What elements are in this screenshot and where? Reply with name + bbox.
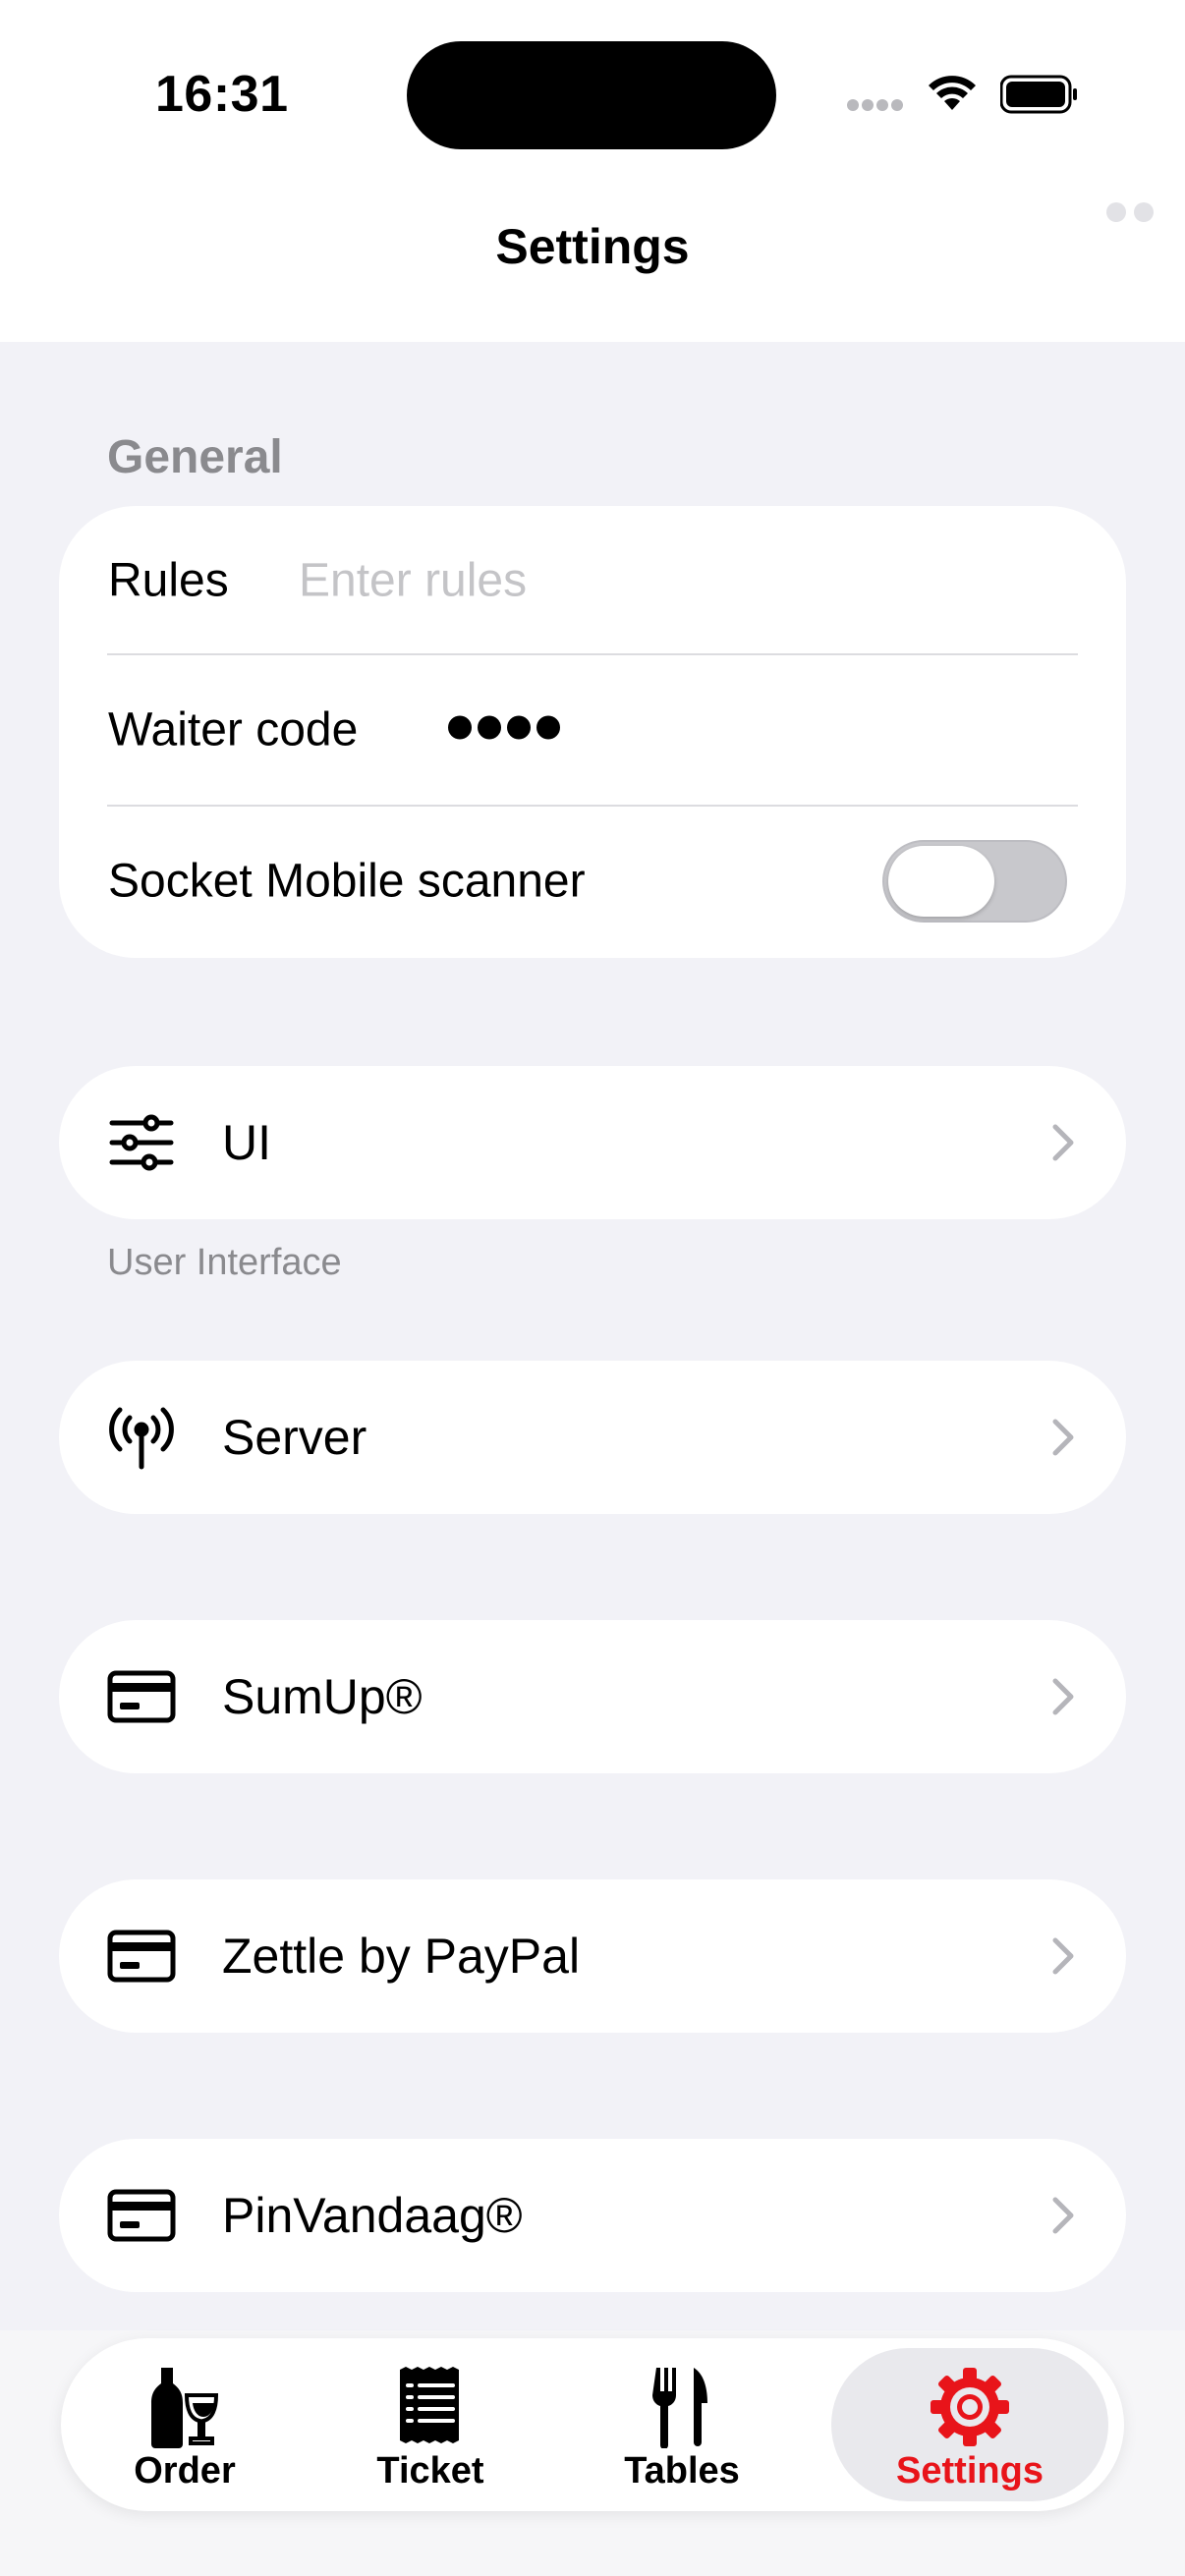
- tab-tables[interactable]: Tables: [566, 2348, 798, 2501]
- fork-knife-icon: [652, 2368, 707, 2448]
- ui-settings-row[interactable]: UI: [59, 1066, 1126, 1219]
- server-settings-row[interactable]: Server: [59, 1361, 1126, 1514]
- credit-card-icon: [107, 1930, 176, 1983]
- sumup-settings-row[interactable]: SumUp®: [59, 1620, 1126, 1773]
- tab-bar: Order Ticket Tables Settings: [61, 2338, 1124, 2511]
- antenna-icon: [109, 1407, 174, 1470]
- dynamic-island: [407, 41, 776, 149]
- credit-card-icon: [107, 1670, 176, 1723]
- tab-tables-label: Tables: [624, 2450, 740, 2492]
- sumup-label: SumUp®: [222, 1669, 423, 1724]
- pinvandaag-label: PinVandaag®: [222, 2188, 523, 2243]
- chevron-right-icon: [1052, 1937, 1074, 1975]
- chevron-right-icon: [1052, 1678, 1074, 1715]
- credit-card-icon: [107, 2189, 176, 2242]
- chevron-right-icon: [1052, 1124, 1074, 1161]
- zettle-label: Zettle by PayPal: [222, 1929, 581, 1984]
- status-time: 16:31: [155, 66, 289, 123]
- receipt-icon: [400, 2367, 459, 2443]
- scanner-label: Socket Mobile scanner: [108, 855, 586, 908]
- scanner-row: Socket Mobile scanner: [108, 807, 1077, 956]
- rules-input[interactable]: [299, 553, 1065, 608]
- tab-ticket-label: Ticket: [376, 2450, 484, 2492]
- waiter-code-label: Waiter code: [108, 703, 359, 756]
- ui-label: UI: [222, 1115, 271, 1170]
- tab-settings[interactable]: Settings: [831, 2348, 1108, 2501]
- zettle-settings-row[interactable]: Zettle by PayPal: [59, 1879, 1126, 2033]
- tab-settings-label: Settings: [896, 2450, 1044, 2492]
- ui-footer-note: User Interface: [107, 1242, 342, 1283]
- rules-label: Rules: [108, 554, 229, 607]
- sliders-icon: [109, 1114, 174, 1171]
- tab-order[interactable]: Order: [69, 2348, 301, 2501]
- section-header-general: General: [107, 431, 283, 483]
- wine-bottle-glass-icon: [151, 2368, 219, 2448]
- navigation-header: 16:31 Settings: [0, 0, 1185, 342]
- chevron-right-icon: [1052, 2197, 1074, 2234]
- page-title: Settings: [495, 219, 690, 274]
- tab-ticket[interactable]: Ticket: [314, 2348, 546, 2501]
- wifi-icon: [929, 76, 976, 110]
- server-label: Server: [222, 1410, 367, 1465]
- chevron-right-icon: [1052, 1419, 1074, 1456]
- toggle-knob: [888, 846, 994, 917]
- waiter-code-field[interactable]: [448, 715, 566, 745]
- scanner-toggle[interactable]: [882, 840, 1067, 923]
- tab-order-label: Order: [134, 2450, 236, 2492]
- rules-row: Rules: [108, 506, 1077, 655]
- battery-icon: [1000, 75, 1077, 114]
- gear-icon: [931, 2368, 1009, 2446]
- general-settings-card: Rules Waiter code Socket Mobile scanner: [59, 506, 1126, 958]
- cellular-signal-icon: [847, 98, 906, 116]
- pinvandaag-settings-row[interactable]: PinVandaag®: [59, 2139, 1126, 2292]
- waiter-code-row: Waiter code: [108, 655, 1077, 805]
